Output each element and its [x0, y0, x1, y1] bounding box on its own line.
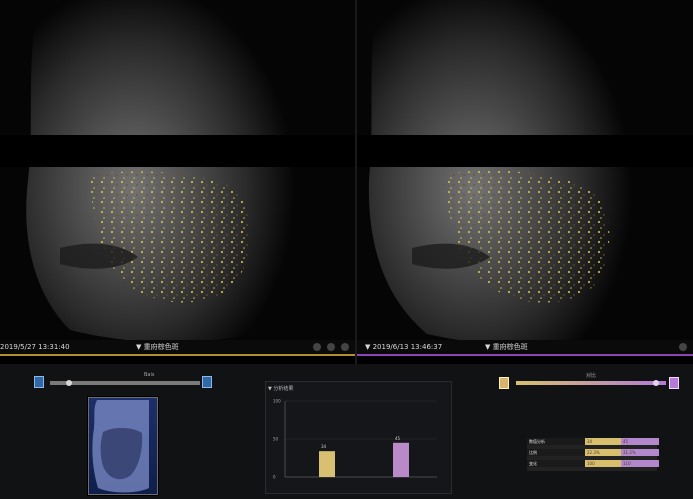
left-slider-end-icon[interactable] [202, 376, 212, 388]
person-icon[interactable] [313, 343, 321, 351]
y-tick-label: 100 [273, 399, 281, 404]
comparison-slider[interactable] [516, 381, 666, 385]
right-slider-end-icon[interactable] [669, 377, 679, 389]
row2-key: 比例 [527, 449, 587, 456]
row3-left: 100 [585, 460, 623, 467]
left-bar-label: 34 [321, 444, 327, 449]
y-ticks: 100 50 0 [273, 399, 281, 480]
left-face-image [0, 0, 355, 356]
bars [319, 442, 409, 477]
left-timestamp: 2019/5/27 13:31:40 [0, 343, 70, 351]
person-icon[interactable] [679, 343, 687, 351]
right-slider-start-icon[interactable] [499, 377, 509, 389]
right-timestamp: ▼ 2019/6/13 13:46:37 [365, 343, 443, 351]
left-image-panel: 2019/5/27 13:31:40 ▼ 重府棕色斑 [0, 0, 355, 356]
left-slider-start-icon[interactable] [34, 376, 44, 388]
data-labels: 34 45 [321, 436, 401, 449]
row3-right: 110 [621, 460, 659, 467]
right-mode-selector[interactable]: ▼ 重府棕色斑 [485, 340, 528, 354]
right-slider-label: 对比 [586, 373, 597, 379]
close-icon[interactable] [341, 343, 349, 351]
y-tick-label: 50 [273, 437, 279, 442]
row1-left: 34 [585, 438, 623, 445]
left-status-bar: 2019/5/27 13:31:40 ▼ 重府棕色斑 [0, 340, 355, 356]
right-toolbar-icons [679, 340, 687, 351]
row3-key: 变化 [527, 460, 587, 467]
comparison-slider-thumb[interactable] [653, 380, 659, 386]
analysis-chart: 100 50 0 34 45 [273, 399, 437, 480]
left-slider-label: Bais [144, 372, 155, 378]
right-face-image [357, 0, 693, 356]
right-bar-label: 45 [395, 436, 401, 441]
left-brightness-slider[interactable] [50, 381, 200, 385]
row1-key: 数值分析 [527, 438, 587, 445]
right-image-panel: ▼ 2019/6/13 13:46:37 ▼ 重府棕色斑 [357, 0, 693, 356]
left-slider-thumb[interactable] [66, 380, 72, 386]
chart-grid [285, 400, 437, 478]
thumbnail-face [92, 400, 149, 493]
y-tick-label: 0 [273, 475, 276, 480]
left-bar [319, 451, 335, 477]
left-toolbar-icons [313, 340, 349, 351]
left-mode-selector[interactable]: ▼ 重府棕色斑 [136, 340, 179, 354]
results-table: 数值分析 34 45 比例 22.3% 31.2% 变化 100 110 [527, 438, 659, 471]
row2-right: 31.2% [621, 449, 659, 456]
right-status-bar: ▼ 2019/6/13 13:46:37 ▼ 重府棕色斑 [357, 340, 693, 356]
row1-right: 45 [621, 438, 659, 445]
right-bar [393, 442, 409, 477]
grid-icon[interactable] [327, 343, 335, 351]
row2-left: 22.3% [585, 449, 623, 456]
preview-thumbnail[interactable] [88, 397, 158, 495]
